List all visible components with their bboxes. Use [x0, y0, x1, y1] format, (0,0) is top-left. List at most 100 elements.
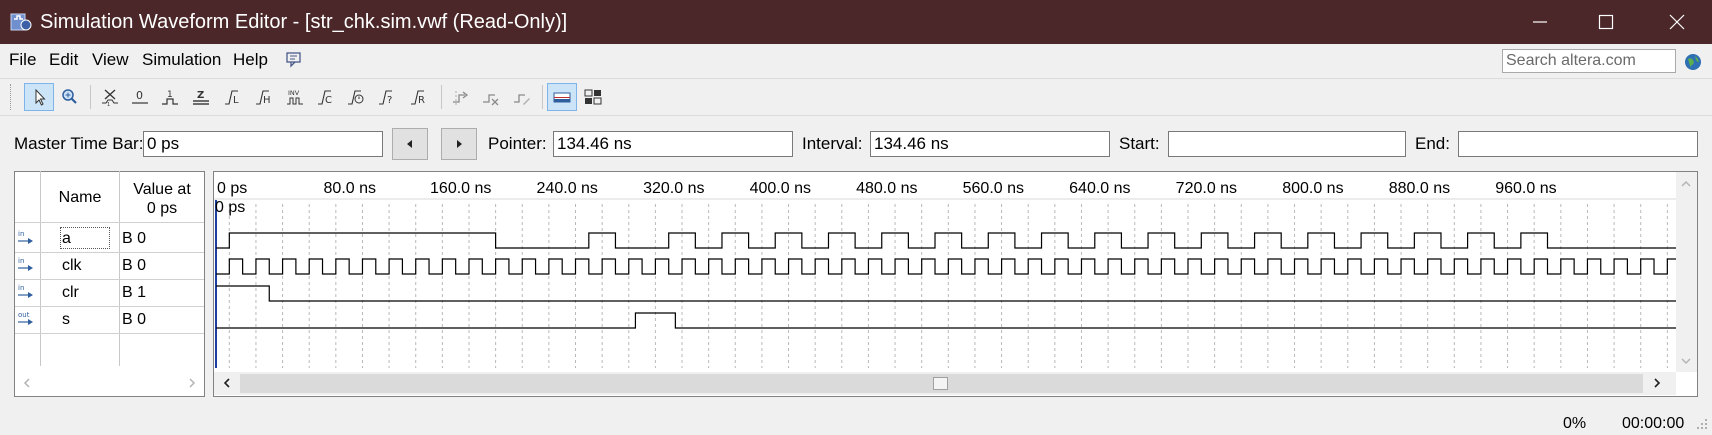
random-values-button[interactable]: ? [372, 83, 402, 111]
sort-button[interactable] [476, 83, 506, 111]
scroll-right-icon[interactable] [1651, 377, 1663, 389]
weak-low-button[interactable]: L [218, 83, 248, 111]
forcing-low-button[interactable]: 0 [125, 83, 155, 111]
end-field[interactable] [1458, 131, 1698, 157]
high-impedance-button[interactable]: Z [186, 83, 216, 111]
pointer-field[interactable]: 134.46 ns [553, 131, 793, 157]
selection-tool-icon [35, 88, 46, 106]
waveforms [215, 200, 1676, 368]
grid-settings-icon [584, 89, 602, 105]
invert-button[interactable]: INV [280, 83, 310, 111]
row-divider [15, 222, 204, 223]
menu-view[interactable]: View [92, 50, 129, 70]
signal-value: B 1 [122, 284, 147, 301]
minimize-button[interactable] [1512, 0, 1568, 44]
svg-text:H: H [263, 95, 271, 106]
editing-mode-button[interactable] [547, 83, 577, 111]
master-time-bar-field[interactable]: 0 ps [143, 131, 383, 157]
forcing-high-button[interactable]: 1 [155, 83, 185, 111]
svg-text:in: in [18, 230, 24, 238]
toolbar-separator [542, 85, 543, 109]
menu-file[interactable]: File [9, 50, 36, 70]
ruler-tick-label: 720.0 ns [1176, 180, 1237, 197]
signal-name[interactable]: s [62, 310, 70, 330]
forcing-low-icon: 0 [132, 89, 148, 104]
scroll-down-icon[interactable] [1680, 355, 1692, 367]
maximize-button[interactable] [1578, 0, 1634, 44]
scrollbar-grip[interactable] [933, 377, 948, 390]
time-bar-label-anchor [217, 176, 218, 177]
toolbar-separator [90, 85, 91, 109]
ruler-tick-label: 560.0 ns [963, 180, 1024, 197]
ruler-tick-label: 80.0 ns [324, 180, 376, 197]
zoom-tool-icon [62, 89, 77, 104]
signal-name[interactable]: clk [62, 256, 82, 276]
svg-text:R: R [418, 95, 425, 106]
waveform-panel[interactable]: 0 ps 80.0 ns 160.0 ns 240.0 ns 320.0 ns 400.0… [213, 171, 1698, 397]
value-column-header-line1[interactable]: Value at [120, 180, 204, 200]
signal-row-clr[interactable] [15, 280, 204, 304]
minimize-icon [1533, 21, 1547, 23]
value-column-header-line2[interactable]: 0 ps [120, 199, 204, 219]
pointer-label: Pointer: [488, 134, 547, 153]
search-input[interactable]: Search altera.com [1502, 49, 1676, 73]
waveform-a[interactable] [216, 232, 1676, 249]
menu-simulation[interactable]: Simulation [142, 50, 221, 70]
interval-field[interactable]: 134.46 ns [870, 131, 1110, 157]
svg-text:1: 1 [107, 102, 110, 107]
ruler-tick-label: 0 ps [217, 180, 247, 197]
output-pin-icon: out [18, 311, 33, 325]
snap-to-grid-button[interactable] [446, 83, 476, 111]
name-column-header[interactable]: Name [41, 188, 119, 208]
status-progress: 0% [1563, 415, 1587, 432]
scroll-left-icon[interactable] [221, 377, 233, 389]
resize-grip-icon[interactable] [1696, 418, 1708, 430]
forcing-unknown-button[interactable]: 1 [95, 83, 125, 111]
signal-row-clk[interactable] [15, 253, 204, 277]
waveform-s[interactable] [216, 312, 1676, 329]
menu-help[interactable]: Help [233, 50, 268, 70]
weak-high-icon: H [256, 90, 271, 106]
window-title: Simulation Waveform Editor - [str_chk.si… [40, 11, 568, 33]
grid-settings-button[interactable] [578, 83, 608, 111]
svg-text:in: in [18, 257, 24, 265]
waveform-clk[interactable] [216, 258, 1676, 275]
previous-transition-button[interactable] [392, 128, 428, 160]
weak-high-button[interactable]: H [249, 83, 279, 111]
scroll-right-icon[interactable] [186, 377, 198, 389]
count-value-button[interactable]: C [311, 83, 341, 111]
svg-text:0: 0 [136, 89, 143, 102]
signal-row-s[interactable] [15, 307, 204, 331]
scroll-up-icon[interactable] [1680, 178, 1692, 190]
master-time-bar-label: Master Time Bar: [14, 134, 144, 153]
menu-edit[interactable]: Edit [49, 50, 78, 70]
left-horizontal-scrollbar[interactable] [15, 372, 204, 395]
ruler-tick-label: 960.0 ns [1495, 180, 1556, 197]
overwrite-value-button[interactable]: R [404, 83, 434, 111]
next-transition-button[interactable] [441, 128, 477, 160]
svg-text:out: out [18, 311, 30, 319]
waveform-vertical-scrollbar[interactable] [1676, 172, 1697, 372]
zoom-tool-button[interactable] [55, 83, 85, 111]
signal-value: B 0 [122, 230, 147, 247]
svg-text:in: in [18, 284, 24, 292]
scroll-left-icon[interactable] [21, 377, 33, 389]
close-button[interactable] [1649, 0, 1705, 44]
comment-icon[interactable] [285, 51, 303, 69]
waveform-clr[interactable] [216, 285, 1676, 302]
count-value-icon: C [318, 90, 332, 106]
signal-name[interactable]: a [62, 229, 71, 249]
ruler-tick-label: 320.0 ns [643, 180, 704, 197]
globe-icon[interactable] [1684, 53, 1702, 71]
sort-icon [483, 94, 499, 106]
overwrite-clock-button[interactable] [341, 83, 371, 111]
waveform-canvas[interactable]: 0 ps 80.0 ns 160.0 ns 240.0 ns 320.0 ns 400.0… [214, 172, 1698, 397]
selection-tool-button[interactable] [24, 83, 54, 111]
signal-value: B 0 [122, 257, 147, 274]
signal-name[interactable]: clr [62, 283, 79, 303]
waveform-compare-button[interactable] [507, 83, 537, 111]
forcing-high-icon: 1 [162, 90, 178, 105]
start-field[interactable] [1168, 131, 1406, 157]
time-ruler: 0 ps 80.0 ns 160.0 ns 240.0 ns 320.0 ns 400.0… [214, 180, 1676, 200]
svg-text:L: L [233, 95, 239, 106]
